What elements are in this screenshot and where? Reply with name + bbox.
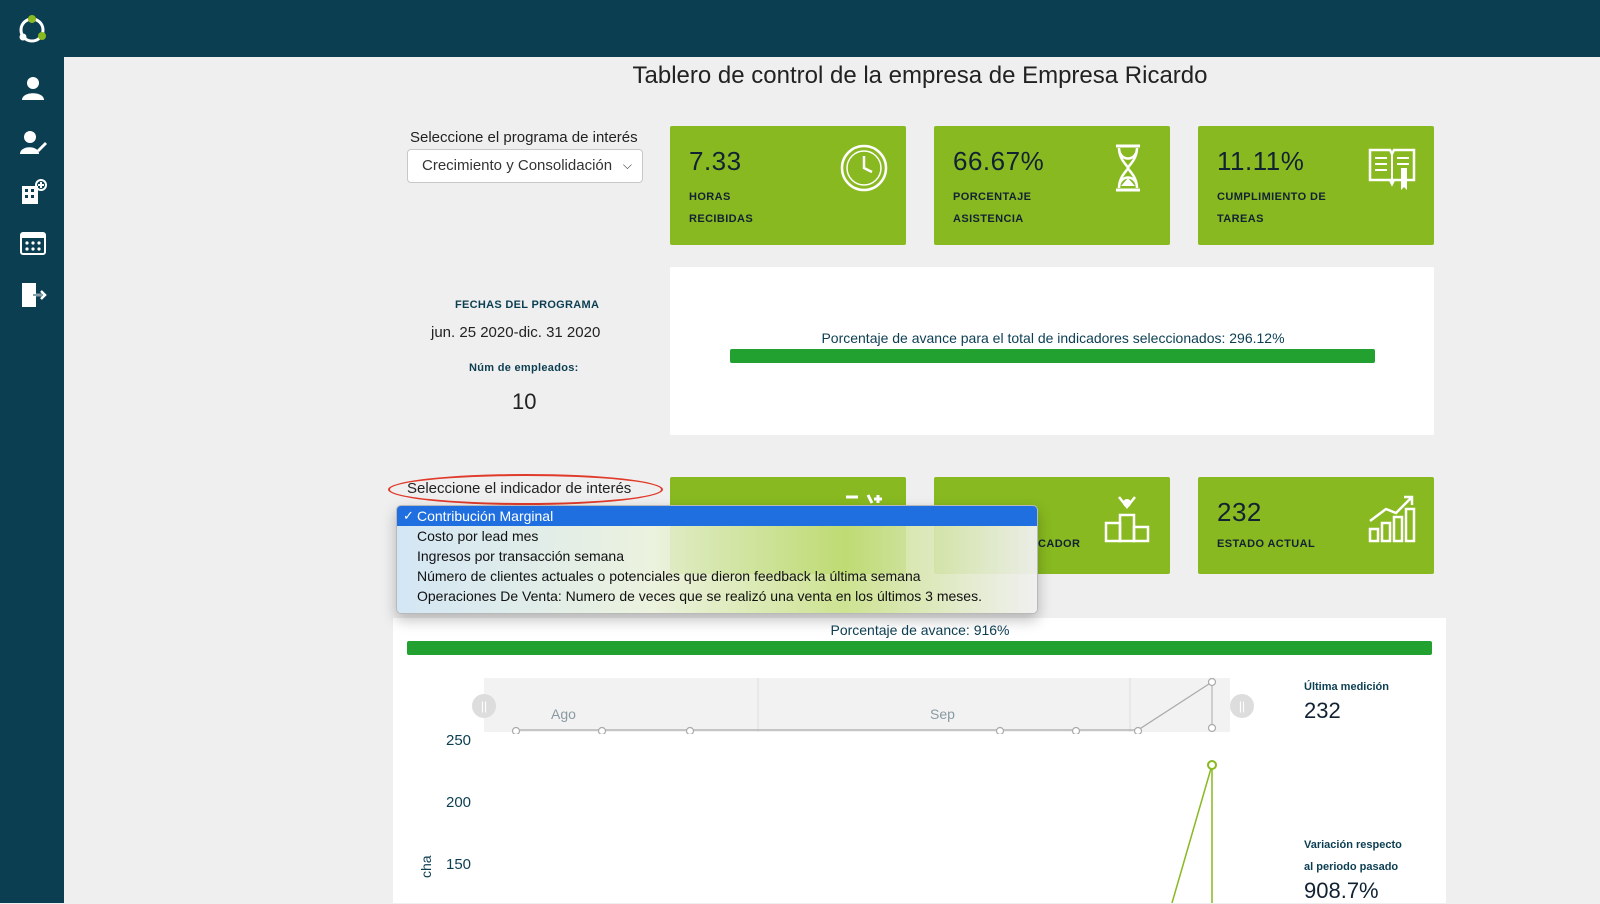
user-edit-icon[interactable] bbox=[19, 128, 47, 156]
card-caption: PORCENTAJE ASISTENCIA bbox=[953, 191, 1032, 225]
indicator-dropdown-list[interactable]: ✓ Contribución Marginal Costo por lead me… bbox=[396, 505, 1038, 614]
timeline-point bbox=[685, 726, 695, 734]
program-select-label: Seleccione el programa de interés bbox=[410, 129, 638, 146]
overall-progress-bar bbox=[730, 349, 1375, 363]
annotation-oval bbox=[388, 474, 663, 505]
indicator-option[interactable]: Ingresos por transacción semana bbox=[397, 546, 1037, 566]
indicator-option[interactable]: Costo por lead mes bbox=[397, 526, 1037, 546]
calendar-icon[interactable] bbox=[19, 228, 47, 256]
timeline-point bbox=[1207, 677, 1217, 687]
variation-label: Variación respecto al periodo pasado bbox=[1304, 839, 1402, 873]
card-value: 7.33 bbox=[689, 146, 742, 176]
y-tick-label: 200 bbox=[446, 794, 472, 811]
chart-point bbox=[1207, 760, 1217, 770]
timeline-month-sep: Sep bbox=[930, 706, 955, 722]
page-title: Tablero de control de la empresa de Empr… bbox=[632, 62, 1208, 89]
indicator-progress-text: Porcentaje de avance: 916% bbox=[830, 622, 1010, 638]
timeline-point bbox=[511, 726, 521, 734]
checkmark-icon: ✓ bbox=[403, 508, 414, 523]
user-icon[interactable] bbox=[19, 74, 47, 102]
employees-label: Núm de empleados: bbox=[469, 362, 579, 374]
chevron-down-icon: ⌵ bbox=[622, 158, 632, 172]
indicator-card-caption: CADOR bbox=[1038, 538, 1081, 550]
book-icon bbox=[1366, 142, 1418, 194]
app-logo-icon[interactable] bbox=[16, 14, 48, 46]
indicator-chart-panel bbox=[393, 618, 1446, 903]
variation-value: 908.7% bbox=[1304, 878, 1379, 903]
program-dates-value: jun. 25 2020-dic. 31 2020 bbox=[431, 324, 601, 341]
timeline-left-handle[interactable]: || bbox=[472, 694, 496, 718]
top-bar bbox=[0, 0, 1600, 57]
building-add-icon[interactable] bbox=[19, 178, 47, 206]
clock-icon bbox=[838, 142, 890, 194]
indicator-card-current: 232 ESTADO ACTUAL bbox=[1198, 477, 1434, 574]
timeline-point bbox=[1133, 726, 1143, 734]
indicator-card-caption: ESTADO ACTUAL bbox=[1217, 538, 1316, 550]
last-measurement-label: Última medición bbox=[1304, 681, 1389, 693]
hourglass-icon bbox=[1102, 142, 1154, 194]
indicator-option[interactable]: ✓ Contribución Marginal bbox=[397, 506, 1037, 526]
y-tick-label: 250 bbox=[446, 732, 472, 749]
timeline-point bbox=[597, 726, 607, 734]
indicator-option[interactable]: Operaciones De Venta: Numero de veces qu… bbox=[397, 586, 1037, 606]
employees-value: 10 bbox=[512, 389, 537, 414]
timeline-point bbox=[1071, 726, 1081, 734]
card-tasks: 11.11% CUMPLIMIENTO DE TAREAS bbox=[1198, 126, 1434, 245]
indicator-option[interactable]: Número de clientes actuales o potenciale… bbox=[397, 566, 1037, 586]
last-measurement-value: 232 bbox=[1304, 698, 1341, 723]
main-chart-plot bbox=[1171, 760, 1217, 903]
card-value: 11.11% bbox=[1217, 146, 1305, 176]
y-axis-label: cha bbox=[418, 855, 434, 878]
timeline-point bbox=[1207, 723, 1217, 733]
logout-icon[interactable] bbox=[19, 281, 47, 309]
growth-chart-icon bbox=[1366, 493, 1418, 545]
podium-icon bbox=[1102, 493, 1154, 545]
timeline-month-aug: Ago bbox=[551, 706, 576, 722]
timeline-navigator[interactable] bbox=[470, 676, 1250, 734]
card-attendance: 66.67% PORCENTAJE ASISTENCIA bbox=[934, 126, 1170, 245]
overall-progress-text: Porcentaje de avance para el total de in… bbox=[821, 330, 1285, 346]
card-hours: 7.33 HORAS RECIBIDAS bbox=[670, 126, 906, 245]
card-caption: HORAS RECIBIDAS bbox=[689, 191, 754, 225]
indicator-card-value: 232 bbox=[1217, 497, 1262, 527]
y-tick-label: 150 bbox=[446, 856, 472, 873]
chart-series-line bbox=[1171, 764, 1213, 903]
indicator-progress-bar bbox=[407, 641, 1432, 655]
program-select-value: Crecimiento y Consolidación bbox=[422, 157, 613, 174]
program-dates-label: FECHAS DEL PROGRAMA bbox=[455, 299, 600, 311]
sidebar bbox=[0, 0, 64, 903]
timeline-background bbox=[484, 678, 1230, 732]
program-select[interactable]: Crecimiento y Consolidación ⌵ bbox=[407, 149, 643, 183]
card-caption: CUMPLIMIENTO DE TAREAS bbox=[1217, 191, 1327, 225]
card-value: 66.67% bbox=[953, 146, 1045, 176]
timeline-right-handle[interactable]: || bbox=[1230, 694, 1254, 718]
timeline-point bbox=[995, 726, 1005, 734]
